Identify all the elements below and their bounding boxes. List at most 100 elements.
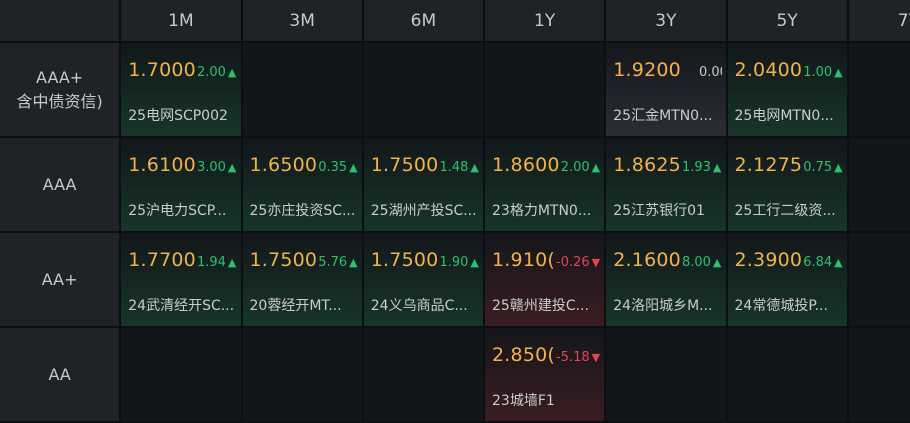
- quote-cell-1y[interactable]: 2.850(-5.18 ▼ 23城墙F1: [485, 328, 605, 421]
- quote-line: 1.8625 1.93 ▲: [613, 154, 721, 176]
- triangle-up-icon: ▲: [227, 161, 237, 174]
- quote-line: 1.7000 2.00 ▲: [128, 59, 236, 81]
- quote-line: 2.1275 0.75 ▲: [735, 154, 843, 176]
- rating-row: AAA 1.6100 3.00 ▲ 25沪电力SCP... 1.6500 0.35 ▲ 25亦庄…: [0, 138, 910, 231]
- empty-cell: [242, 43, 362, 136]
- change-value: 1.48: [439, 160, 469, 175]
- column-header-1y[interactable]: 1Y: [485, 0, 605, 41]
- quote-cell-3y[interactable]: 2.1600 8.00 ▲ 24洛阳城乡M...: [606, 233, 726, 326]
- triangle-up-icon: ▲: [834, 66, 843, 79]
- change-value: 1.00: [803, 65, 833, 80]
- empty-cell: [485, 43, 605, 136]
- quote-cell-6m[interactable]: 1.7500 1.90 ▲ 24义乌商品C...: [363, 233, 483, 326]
- triangle-down-icon: ▼: [591, 256, 601, 269]
- row-header-rating: AA: [0, 328, 120, 421]
- quote-cell-3m[interactable]: 1.6500 0.35 ▲ 25亦庄投资SC...: [242, 138, 362, 231]
- quote-cell-1m[interactable]: 1.7700 1.94 ▲ 24武清经开SC...: [121, 233, 241, 326]
- column-header-3m[interactable]: 3M: [242, 0, 362, 41]
- quote-cell-5y[interactable]: 2.3900 6.84 ▲ 24常德城投P...: [727, 233, 847, 326]
- change-value: 3.00: [196, 160, 226, 175]
- column-header-5y[interactable]: 5Y: [727, 0, 847, 41]
- empty-cell: [242, 328, 362, 421]
- bond-name: 24武清经开SC...: [128, 298, 235, 314]
- triangle-up-icon: ▲: [349, 161, 358, 174]
- change-value: 1.93: [681, 160, 711, 175]
- column-header-6m[interactable]: 6M: [363, 0, 483, 41]
- yield-value: 1.7500: [370, 154, 439, 176]
- triangle-up-icon: ▲: [834, 256, 843, 269]
- bond-name: 25湖州产投SC...: [370, 203, 477, 219]
- quote-line: 1.9200 0.00: [613, 59, 721, 81]
- triangle-up-icon: ▲: [470, 256, 479, 269]
- yield-value: 2.1600: [613, 249, 681, 271]
- change-value: 8.00: [681, 255, 711, 270]
- yield-value: 1.6500: [249, 154, 318, 176]
- triangle-up-icon: ▲: [470, 161, 479, 174]
- triangle-down-icon: ▼: [591, 351, 601, 364]
- quote-line: 1.6500 0.35 ▲: [250, 154, 358, 176]
- empty-cell: [848, 43, 910, 136]
- bond-name: 25沪电力SCP...: [128, 203, 227, 219]
- bond-name: 23格力MTN0...: [492, 203, 592, 219]
- change-value: 2.00: [560, 160, 590, 175]
- change-value: 2.00: [196, 65, 226, 80]
- yield-value: 2.850(: [492, 344, 556, 366]
- empty-cell: [363, 328, 483, 421]
- triangle-up-icon: ▲: [227, 256, 237, 269]
- empty-cell: [363, 43, 483, 136]
- triangle-up-icon: ▲: [834, 161, 843, 174]
- quote-cell-1y[interactable]: 1.910(-0.26 ▼ 25赣州建投C...: [485, 233, 605, 326]
- quote-line: 1.7700 1.94 ▲: [128, 249, 236, 271]
- quote-line: 1.8600 2.00 ▲: [492, 154, 600, 176]
- yield-value: 1.7000: [128, 59, 196, 81]
- column-header-3y[interactable]: 3Y: [606, 0, 726, 41]
- quote-cell-1m[interactable]: 1.6100 3.00 ▲ 25沪电力SCP...: [121, 138, 241, 231]
- bond-name: 24常德城投P...: [734, 298, 828, 314]
- empty-cell: [121, 328, 241, 421]
- yield-value: 1.7500: [370, 249, 439, 271]
- row-header-rating: AAA: [0, 138, 120, 231]
- yield-matrix: 1M 3M 6M 1Y 3Y 5Y 7Y AAA+ 含中债资信)1.70002.…: [0, 0, 910, 423]
- quote-line: 1.6100 3.00 ▲: [128, 154, 236, 176]
- change-value: -5.18: [556, 350, 590, 365]
- change-value: 1.94: [196, 255, 226, 270]
- yield-value: 2.3900: [734, 249, 803, 271]
- column-header-7y[interactable]: 7Y: [848, 0, 910, 41]
- bond-name: 25工行二级资...: [734, 203, 836, 219]
- yield-value: 2.1275: [734, 154, 803, 176]
- yield-table: 1M 3M 6M 1Y 3Y 5Y 7Y AAA+ 含中债资信)1.70002.…: [0, 0, 910, 423]
- quote-cell-3y[interactable]: 1.9200 0.00 25汇金MTN0...: [606, 43, 726, 136]
- quote-cell-6m[interactable]: 1.7500 1.48 ▲ 25湖州产投SC...: [363, 138, 483, 231]
- row-header-rating: AA+: [0, 233, 120, 326]
- rating-row: AAA+ 含中债资信) 1.7000 2.00 ▲ 25电网SCP002 1.9200 0.…: [0, 43, 910, 136]
- yield-value: 1.910(: [492, 249, 556, 271]
- quote-cell-1m[interactable]: 1.7000 2.00 ▲ 25电网SCP002: [121, 43, 241, 136]
- yield-value: 1.8600: [492, 154, 560, 176]
- quote-cell-1y[interactable]: 1.8600 2.00 ▲ 23格力MTN0...: [485, 138, 605, 231]
- quote-line: 1.910(-0.26 ▼: [492, 249, 600, 271]
- quote-cell-5y[interactable]: 2.1275 0.75 ▲ 25工行二级资...: [727, 138, 847, 231]
- bond-name: 25江苏银行01: [613, 203, 705, 219]
- empty-cell: [606, 328, 726, 421]
- empty-cell: [727, 328, 847, 421]
- quote-cell-3y[interactable]: 1.8625 1.93 ▲ 25江苏银行01: [606, 138, 726, 231]
- change-value: 0.00: [698, 65, 722, 80]
- bond-name: 25赣州建投C...: [492, 298, 589, 314]
- rating-row: AA 2.850(-5.18 ▼ 23城墙F1: [0, 328, 910, 421]
- triangle-up-icon: ▲: [227, 66, 237, 79]
- yield-value: 1.7500: [249, 249, 318, 271]
- header-row: 1M 3M 6M 1Y 3Y 5Y 7Y: [0, 0, 910, 41]
- column-header-1m[interactable]: 1M: [121, 0, 241, 41]
- bond-name: 25电网SCP002: [128, 108, 228, 124]
- triangle-up-icon: ▲: [591, 161, 601, 174]
- change-value: 0.35: [318, 160, 348, 175]
- bond-name: 20蓉经开MT...: [249, 298, 342, 314]
- quote-cell-5y[interactable]: 2.0400 1.00 ▲ 25电网MTN0...: [727, 43, 847, 136]
- corner-cell: [0, 0, 120, 41]
- change-value: 1.90: [439, 255, 469, 270]
- bond-name: 24洛阳城乡M...: [613, 298, 713, 314]
- quote-cell-3m[interactable]: 1.7500 5.76 ▲ 20蓉经开MT...: [242, 233, 362, 326]
- empty-cell: [848, 328, 910, 421]
- triangle-up-icon: ▲: [349, 256, 358, 269]
- yield-value: 1.7700: [128, 249, 196, 271]
